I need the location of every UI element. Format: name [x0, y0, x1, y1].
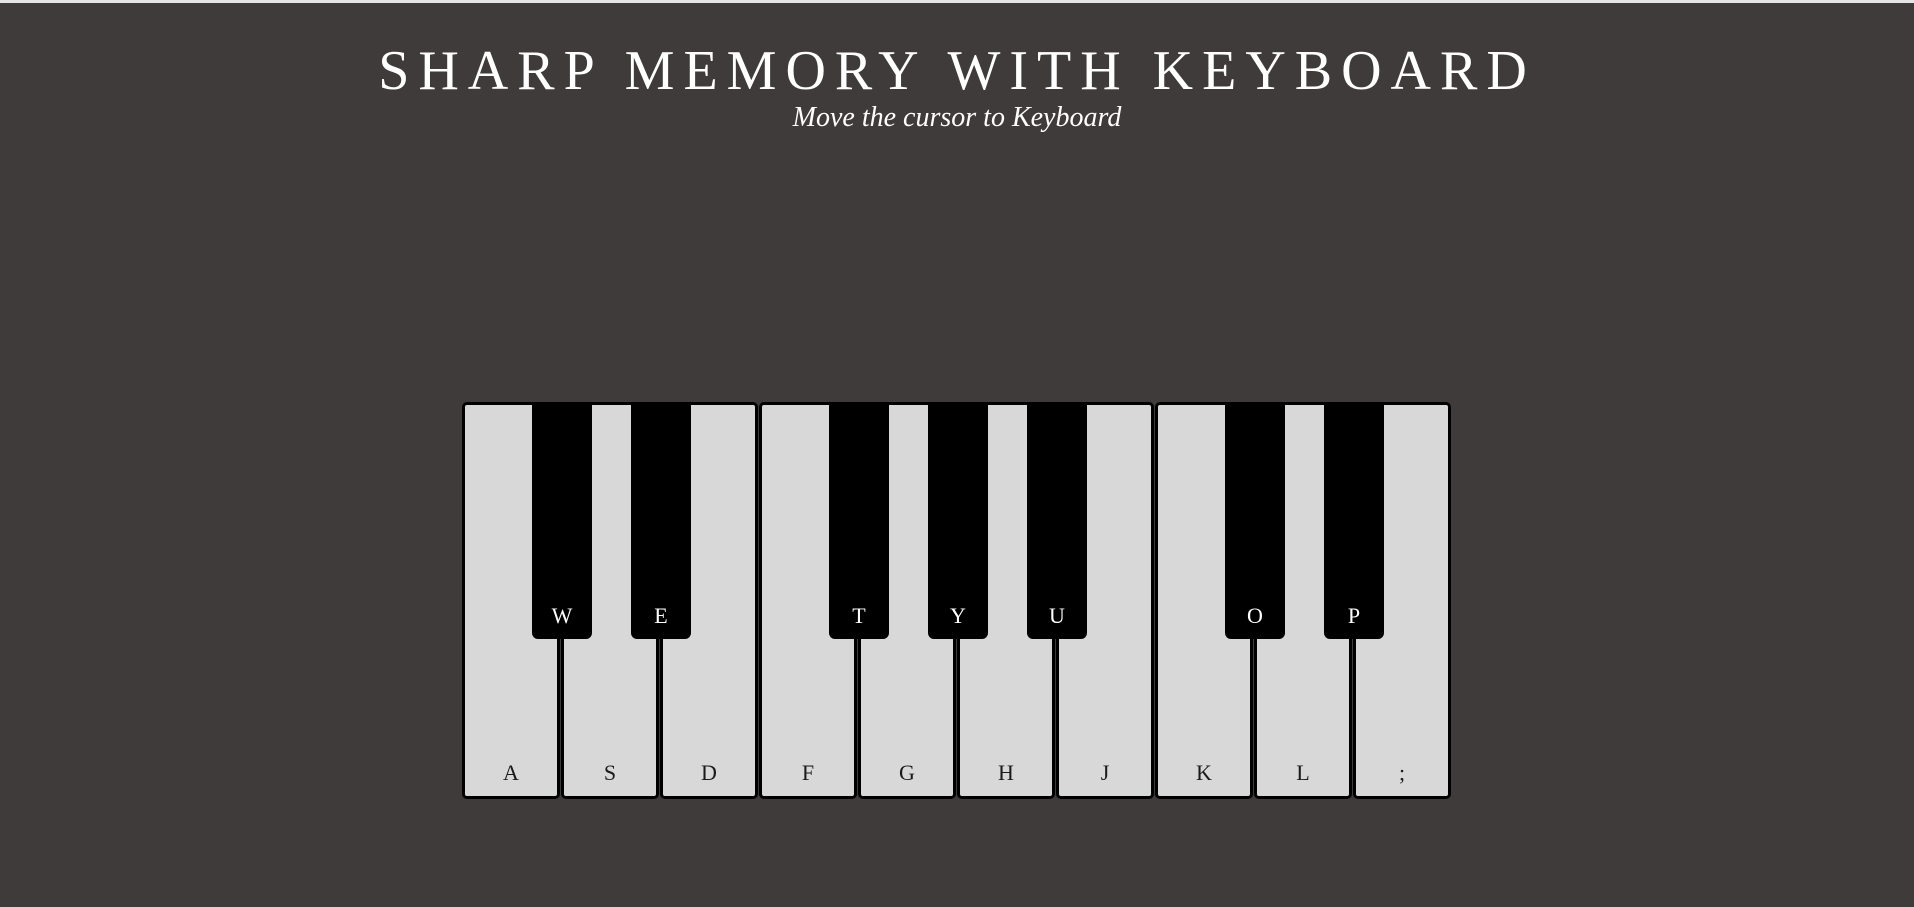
- page-title: SHARP MEMORY WITH KEYBOARD: [378, 40, 1536, 102]
- piano-keyboard: A S D F G H J K L ; W E T Y U O P: [462, 402, 1452, 799]
- key-label: P: [1347, 603, 1361, 628]
- key-label: O: [1247, 603, 1263, 628]
- key-label: ;: [1398, 760, 1406, 785]
- black-key-o[interactable]: O: [1225, 402, 1285, 639]
- key-label: L: [1296, 760, 1310, 785]
- key-label: H: [998, 760, 1014, 785]
- page-subtitle: Move the cursor to Keyboard: [792, 102, 1122, 133]
- key-label: A: [503, 760, 519, 785]
- key-label: F: [801, 760, 815, 785]
- key-label: S: [603, 760, 617, 785]
- black-key-w[interactable]: W: [532, 402, 592, 639]
- key-label: J: [1100, 760, 1110, 785]
- black-key-u[interactable]: U: [1027, 402, 1087, 639]
- key-label: D: [701, 760, 717, 785]
- black-key-t[interactable]: T: [829, 402, 889, 639]
- black-key-p[interactable]: P: [1324, 402, 1384, 639]
- black-key-e[interactable]: E: [631, 402, 691, 639]
- key-label: T: [852, 603, 866, 628]
- key-label: U: [1049, 603, 1065, 628]
- key-label: K: [1196, 760, 1212, 785]
- key-label: W: [551, 603, 573, 628]
- key-label: Y: [950, 603, 966, 628]
- key-label: E: [654, 603, 668, 628]
- black-key-y[interactable]: Y: [928, 402, 988, 639]
- key-label: G: [899, 760, 915, 785]
